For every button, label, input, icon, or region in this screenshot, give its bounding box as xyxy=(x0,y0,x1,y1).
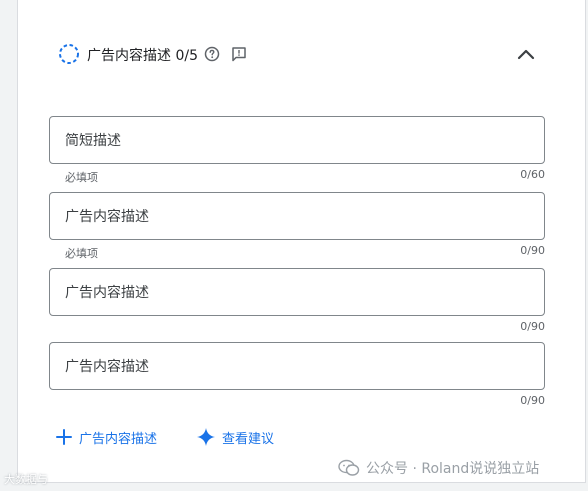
section-header: 广告内容描述 0/5 xyxy=(58,43,538,65)
add-description-label: 广告内容描述 xyxy=(79,431,158,447)
description-input-2[interactable] xyxy=(65,282,525,304)
description-card: 广告内容描述 0/5 必填项 0/60 必填项 0/90 xyxy=(17,0,586,483)
watermark-left: 大数据与 xyxy=(4,473,48,486)
description-input-3[interactable] xyxy=(65,356,525,378)
section-title-text: 广告内容描述 xyxy=(87,48,171,64)
wechat-icon xyxy=(338,459,360,476)
character-counter: 0/60 xyxy=(520,168,545,181)
description-input-box-3[interactable] xyxy=(49,342,545,390)
section-count: 0/5 xyxy=(175,48,198,64)
description-input-box-1[interactable] xyxy=(49,192,545,240)
view-suggestions-label: 查看建议 xyxy=(222,431,275,447)
character-counter: 0/90 xyxy=(520,394,545,407)
chevron-up-icon[interactable] xyxy=(516,47,536,61)
add-description-button[interactable]: 广告内容描述 xyxy=(55,425,157,449)
help-circle-icon[interactable] xyxy=(204,46,220,62)
watermark-right-text: 公众号 · Roland说说独立站 xyxy=(366,461,540,477)
character-counter: 0/90 xyxy=(520,244,545,257)
short-description-input-box[interactable] xyxy=(49,116,545,164)
feedback-icon[interactable] xyxy=(231,46,247,62)
character-counter: 0/90 xyxy=(520,320,545,333)
actions-row: 广告内容描述 查看建议 xyxy=(55,425,355,449)
watermark-right: 公众号 · Roland说说独立站 xyxy=(338,458,539,478)
description-input-box-2[interactable] xyxy=(49,268,545,316)
view-suggestions-button[interactable]: 查看建议 xyxy=(196,425,274,449)
required-hint: 必填项 xyxy=(65,171,98,184)
section-title: 广告内容描述 0/5 xyxy=(87,45,198,65)
sparkle-icon xyxy=(197,428,215,446)
description-input-1[interactable] xyxy=(65,206,525,228)
plus-icon xyxy=(56,429,72,445)
required-hint: 必填项 xyxy=(65,247,98,260)
short-description-input[interactable] xyxy=(65,130,525,152)
dashed-circle-icon xyxy=(59,44,79,64)
